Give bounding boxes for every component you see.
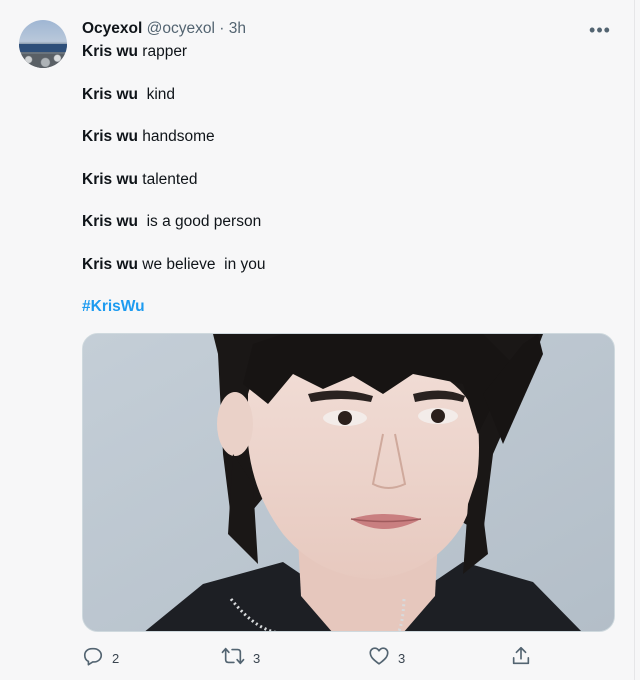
avatar-sea	[19, 44, 67, 52]
line-name: Kris wu	[82, 43, 138, 60]
avatar-rocks	[19, 54, 67, 68]
line-text: we believe in you	[137, 255, 266, 273]
line-name: Kris wu	[82, 213, 138, 230]
hashtag-link[interactable]: #KrisWu	[82, 296, 614, 318]
line-name: Kris wu	[82, 255, 138, 273]
line-name: Kris wu	[82, 85, 138, 103]
reply-button[interactable]: 2	[82, 645, 119, 672]
tweet-line: Kris wu rapper	[82, 41, 614, 63]
like-count: 3	[398, 651, 406, 666]
line-text: handsome	[137, 128, 215, 145]
line-text: talented	[137, 170, 198, 188]
tweet-line: Kris wu is a good person	[82, 211, 614, 233]
line-name: Kris wu	[82, 170, 138, 188]
tweet-line: Kris wu we believe in you	[82, 254, 614, 276]
header-separator: ·	[219, 20, 225, 37]
avatar[interactable]	[19, 20, 67, 68]
line-text: rapper	[137, 43, 188, 60]
tweet-header: Ocyexol @ocyexol · 3h	[82, 18, 614, 40]
author-name[interactable]: Ocyexol	[82, 20, 142, 37]
retweet-icon	[221, 645, 245, 672]
reply-icon	[82, 645, 104, 672]
tweet-card[interactable]: Ocyexol @ocyexol · 3h ••• Kris wu rapper…	[0, 0, 635, 680]
line-name: Kris wu	[82, 128, 138, 145]
tweet-actions: 2 3 3	[82, 645, 542, 673]
share-icon	[510, 645, 532, 672]
tweet-photo[interactable]	[82, 333, 615, 632]
like-button[interactable]: 3	[368, 645, 405, 672]
share-button[interactable]	[510, 645, 532, 672]
portrait-illustration	[83, 334, 614, 631]
tweet-line: Kris wu kind	[82, 84, 614, 106]
tweet-line: Kris wu handsome	[82, 126, 614, 148]
line-text: kind	[137, 85, 176, 103]
retweet-button[interactable]: 3	[221, 645, 260, 672]
more-icon[interactable]: •••	[582, 12, 618, 48]
tweet-content: Ocyexol @ocyexol · 3h ••• Kris wu rapper…	[82, 18, 614, 318]
tweet-time[interactable]: 3h	[229, 20, 246, 37]
like-icon	[368, 645, 390, 672]
line-text: is a good person	[137, 213, 262, 230]
author-handle[interactable]: @ocyexol	[147, 20, 215, 37]
tweet-text: Kris wu rapper Kris wu kind Kris wu hand…	[82, 41, 614, 276]
reply-count: 2	[112, 651, 120, 666]
retweet-count: 3	[253, 651, 261, 666]
tweet-line: Kris wu talented	[82, 169, 614, 191]
